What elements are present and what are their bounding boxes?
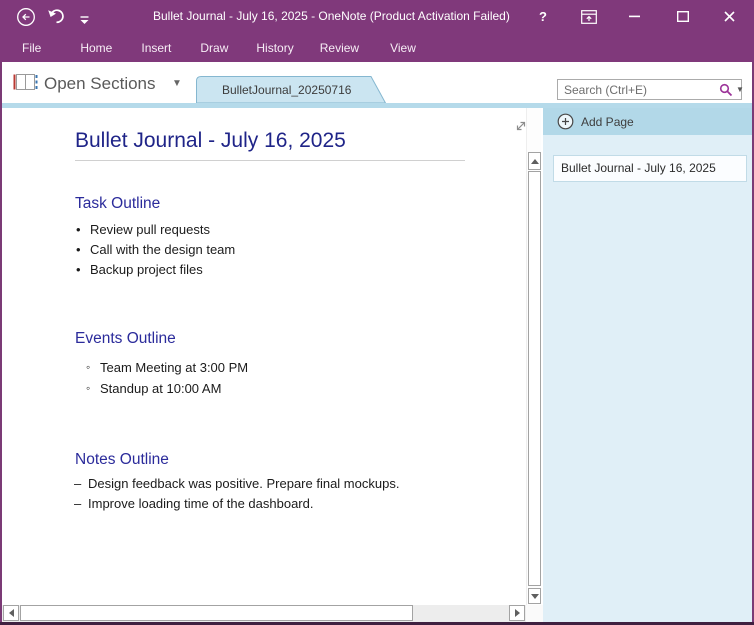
vertical-scrollbar-thumb[interactable] [528,171,541,586]
list-item[interactable]: Backup project files [76,260,235,280]
navigation-bar: Open Sections ▼ BulletJournal_20250716 ▼ [0,62,754,103]
menu-tab-draw[interactable]: Draw [200,41,228,55]
add-page-button[interactable]: Add Page [543,108,752,135]
minimize-button[interactable] [621,4,647,29]
list-item[interactable]: Team Meeting at 3:00 PM [86,357,248,378]
help-button[interactable]: ? [530,4,556,29]
search-box: ▼ [557,79,742,100]
section-notes-outline: Notes Outline Design feedback was positi… [2,451,399,514]
close-button[interactable] [716,4,742,29]
events-list: Team Meeting at 3:00 PM Standup at 10:00… [86,357,248,399]
horizontal-scrollbar[interactable] [2,605,526,622]
menu-tab-file[interactable]: File [22,41,41,55]
page-list-sidebar: Add Page Bullet Journal - July 16, 2025 [543,108,752,622]
tab-strip-band [0,103,754,108]
triangle-up-icon [531,159,539,164]
section-tab-label: BulletJournal_20250716 [222,83,351,97]
vertical-scrollbar[interactable] [526,108,541,605]
chevron-down-icon[interactable]: ▼ [172,78,182,89]
window-title: Bullet Journal - July 16, 2025 - OneNote… [153,9,510,23]
list-item[interactable]: Review pull requests [76,220,235,240]
plus-circle-icon [557,113,574,130]
ribbon-display-options-button[interactable] [576,4,602,29]
triangle-down-icon [531,594,539,599]
scroll-up-button[interactable] [528,152,541,170]
menu-tab-review[interactable]: Review [320,41,359,55]
notebook-icon [13,73,39,97]
menu-tab-home[interactable]: Home [80,41,112,55]
list-item[interactable]: Standup at 10:00 AM [86,378,248,399]
list-item[interactable]: Improve loading time of the dashboard. [74,494,399,514]
scroll-left-button[interactable] [3,605,19,621]
undo-button[interactable] [47,9,65,29]
onenote-window: Bullet Journal - July 16, 2025 - OneNote… [0,0,754,625]
notes-list: Design feedback was positive. Prepare fi… [74,474,399,514]
ribbon-tab-bar: File Home Insert Draw History Review Vie… [0,33,754,62]
back-button[interactable] [16,7,36,32]
page-title[interactable]: Bullet Journal - July 16, 2025 [75,129,346,153]
section-heading[interactable]: Events Outline [75,330,248,348]
menu-tab-view[interactable]: View [390,41,416,55]
scroll-right-button[interactable] [509,605,525,621]
search-scope-caret-icon[interactable]: ▼ [733,85,749,94]
list-item[interactable]: Design feedback was positive. Prepare fi… [74,474,399,494]
maximize-button[interactable] [670,4,696,29]
window-border-left [0,62,2,622]
page-title-underline [75,160,465,161]
section-events-outline: Events Outline Team Meeting at 3:00 PM S… [2,330,248,399]
open-sections-dropdown[interactable]: Open Sections [44,74,156,94]
task-list: Review pull requests Call with the desig… [76,220,235,280]
menu-tab-insert[interactable]: Insert [141,41,171,55]
section-task-outline: Task Outline Review pull requests Call w… [2,195,235,280]
section-heading[interactable]: Task Outline [75,195,235,213]
horizontal-scrollbar-thumb[interactable] [20,605,413,621]
customize-quick-access-toolbar-icon[interactable] [80,12,89,30]
menu-tab-history[interactable]: History [256,41,293,55]
scroll-down-button[interactable] [528,588,541,604]
search-icon[interactable] [719,83,733,97]
triangle-right-icon [515,609,520,617]
section-heading[interactable]: Notes Outline [75,451,399,469]
page-list-item-selected[interactable]: Bullet Journal - July 16, 2025 [553,155,747,182]
section-tab-bulletjournal[interactable]: BulletJournal_20250716 [196,76,396,103]
search-input[interactable] [558,83,719,97]
triangle-left-icon [9,609,14,617]
list-item[interactable]: Call with the design team [76,240,235,260]
page-canvas[interactable]: Bullet Journal - July 16, 2025 Task Outl… [2,108,526,605]
scrollbar-corner [526,605,543,622]
add-page-label: Add Page [581,115,634,129]
